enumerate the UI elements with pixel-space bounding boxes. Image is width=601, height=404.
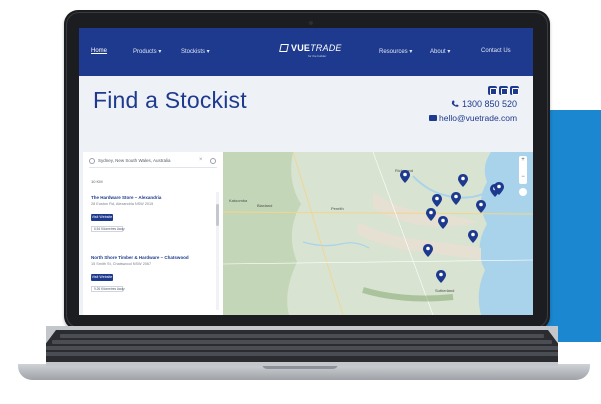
nav-stockists[interactable]: Stockists ▾ <box>181 48 210 55</box>
nav-about[interactable]: About ▾ <box>430 48 450 55</box>
instagram-icon[interactable] <box>499 86 508 95</box>
map-pin[interactable] <box>436 270 446 283</box>
facebook-icon[interactable] <box>488 86 497 95</box>
distance-badge: 9.26 Kilometres Away <box>91 286 125 292</box>
keyboard-deck <box>46 326 558 366</box>
map-pin[interactable] <box>468 230 478 243</box>
result-address: 15 Smith St, Chatswood NSW 2067 <box>91 262 152 266</box>
clear-icon[interactable]: × <box>199 157 203 163</box>
locate-me-icon[interactable] <box>210 158 216 164</box>
stockist-map[interactable]: Penrith Richmond Katoomba Blaxland Suthe… <box>223 152 533 315</box>
linkedin-icon[interactable] <box>510 86 519 95</box>
map-pin[interactable] <box>458 174 468 187</box>
contact-phone[interactable]: 1300 850 520 <box>462 99 517 109</box>
contact-email[interactable]: hello@vuetrade.com <box>439 113 517 123</box>
map-locate-icon[interactable] <box>519 188 527 196</box>
mail-icon <box>429 115 437 121</box>
map-pin[interactable] <box>451 192 461 205</box>
visit-website-button[interactable]: Visit Website <box>91 274 113 281</box>
map-pin[interactable] <box>426 208 436 221</box>
map-pins <box>400 170 504 283</box>
search-input[interactable]: Sydney, New South Wales, Australia <box>98 158 171 163</box>
map-pin[interactable] <box>438 216 448 229</box>
logo-tagline: for the builder <box>308 54 327 58</box>
logo[interactable]: VUETRADE for the builder <box>279 43 342 61</box>
map-pin[interactable] <box>476 200 486 213</box>
result-title[interactable]: North Shore Timber & Hardware – Chatswoo… <box>91 255 189 260</box>
stockist-sidebar: Sydney, New South Wales, Australia × 10 … <box>83 152 223 315</box>
result-address: 28 Euston Rd, Alexandria NSW 2015 <box>91 202 154 206</box>
nav-resources[interactable]: Resources ▾ <box>379 48 412 55</box>
search-icon <box>89 158 95 164</box>
radius-filter[interactable]: 10 KM <box>91 179 103 184</box>
camera <box>309 21 313 25</box>
laptop-scene: Home Products ▾ Stockists ▾ VUETRADE for… <box>0 0 601 404</box>
result-title[interactable]: The Hardware Store – Alexandria <box>91 195 161 200</box>
logo-mark-icon <box>279 44 289 52</box>
nav-home[interactable]: Home <box>91 48 107 54</box>
zoom-in-button[interactable]: + <box>519 157 527 163</box>
page-title: Find a Stockist <box>93 87 247 113</box>
nav-contact[interactable]: Contact Us <box>481 48 511 54</box>
logo-wordmark: VUETRADE <box>291 43 342 53</box>
scrollbar-thumb[interactable] <box>216 204 219 226</box>
distance-badge: 6.54 Kilometres Away <box>91 226 125 232</box>
nav-products[interactable]: Products ▾ <box>133 48 161 55</box>
screen: Home Products ▾ Stockists ▾ VUETRADE for… <box>79 28 533 315</box>
map-pin[interactable] <box>423 244 433 257</box>
zoom-out-button[interactable]: − <box>519 174 527 180</box>
visit-website-button[interactable]: Visit Website <box>91 214 113 221</box>
map-pin[interactable] <box>400 170 410 183</box>
phone-icon <box>451 100 459 107</box>
top-nav: Home Products ▾ Stockists ▾ VUETRADE for… <box>79 28 533 76</box>
location-search[interactable]: Sydney, New South Wales, Australia × <box>89 156 217 168</box>
map-pin[interactable] <box>432 194 442 207</box>
